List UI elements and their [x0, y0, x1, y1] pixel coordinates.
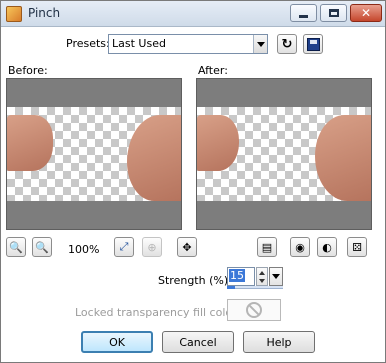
reset-preset-button[interactable]: ↻: [277, 34, 297, 54]
after-preview[interactable]: [196, 78, 372, 230]
actual-size-icon: ⊕: [147, 240, 157, 254]
pan-icon: ✥: [182, 240, 192, 254]
ok-button[interactable]: OK: [81, 331, 153, 353]
window-title: Pinch: [28, 6, 61, 20]
zoom-to-fit-icon: ⤢: [119, 240, 129, 253]
reset-icon: ↻: [281, 36, 293, 52]
before-preview[interactable]: [6, 78, 182, 230]
dropdown-arrow-icon: [272, 274, 280, 279]
randomize-icon: ⚄: [352, 240, 362, 254]
zoom-to-fit-button[interactable]: ⤢: [114, 237, 134, 257]
app-icon: [6, 6, 22, 22]
presets-label: Presets:: [66, 37, 110, 50]
preview-on-image-button[interactable]: ◉: [290, 237, 310, 257]
image-content: [197, 115, 239, 171]
zoom-out-button[interactable]: 🔍: [6, 237, 26, 257]
zoom-in-icon: 🔍: [35, 240, 49, 254]
strength-slider-fill: [227, 286, 236, 289]
strength-spinner[interactable]: [256, 267, 268, 286]
spin-up-icon[interactable]: [259, 271, 265, 275]
proof-button[interactable]: ▤: [257, 237, 277, 257]
maximize-button[interactable]: [320, 4, 347, 22]
zoom-level: 100%: [68, 243, 100, 256]
zoom-in-button[interactable]: 🔍: [32, 237, 52, 257]
minimize-button[interactable]: [290, 4, 317, 22]
randomize-button[interactable]: ⚄: [347, 237, 367, 257]
image-content: [7, 115, 53, 171]
presets-dropdown[interactable]: Last Used: [108, 34, 268, 54]
save-preset-icon: [306, 37, 320, 51]
preview-on-image-icon: ◉: [295, 240, 305, 254]
before-label: Before:: [8, 64, 48, 77]
help-button[interactable]: Help: [243, 331, 315, 353]
pan-button[interactable]: ✥: [177, 237, 197, 257]
dropdown-arrow-icon[interactable]: [253, 35, 267, 53]
strength-dropdown-button[interactable]: [269, 267, 283, 286]
cancel-button[interactable]: Cancel: [162, 331, 234, 353]
after-label: After:: [198, 64, 228, 77]
spin-down-icon[interactable]: [259, 279, 265, 283]
minimize-icon: [299, 14, 308, 18]
save-preset-button[interactable]: [303, 34, 323, 54]
strength-value: 15: [229, 269, 245, 282]
strength-slider[interactable]: [227, 286, 283, 289]
no-color-icon: [246, 302, 262, 318]
title-bar[interactable]: Pinch ✕: [1, 1, 385, 27]
reset-default-button[interactable]: ◐: [317, 237, 337, 257]
fill-color-label: Locked transparency fill color:: [75, 306, 241, 319]
maximize-icon: [328, 9, 339, 17]
actual-size-button[interactable]: ⊕: [142, 237, 162, 257]
proof-icon: ▤: [261, 240, 273, 254]
pinch-dialog: Pinch ✕ Presets: Last Used ↻ Before: Aft…: [0, 0, 386, 363]
presets-value: Last Used: [112, 37, 166, 50]
close-button[interactable]: ✕: [350, 4, 382, 22]
reset-default-icon: ◐: [322, 240, 332, 254]
close-icon: ✕: [360, 6, 372, 20]
fill-color-swatch: [227, 299, 281, 321]
zoom-out-icon: 🔍: [9, 240, 23, 254]
strength-label: Strength (%):: [158, 274, 232, 287]
strength-input[interactable]: 15: [227, 267, 255, 286]
